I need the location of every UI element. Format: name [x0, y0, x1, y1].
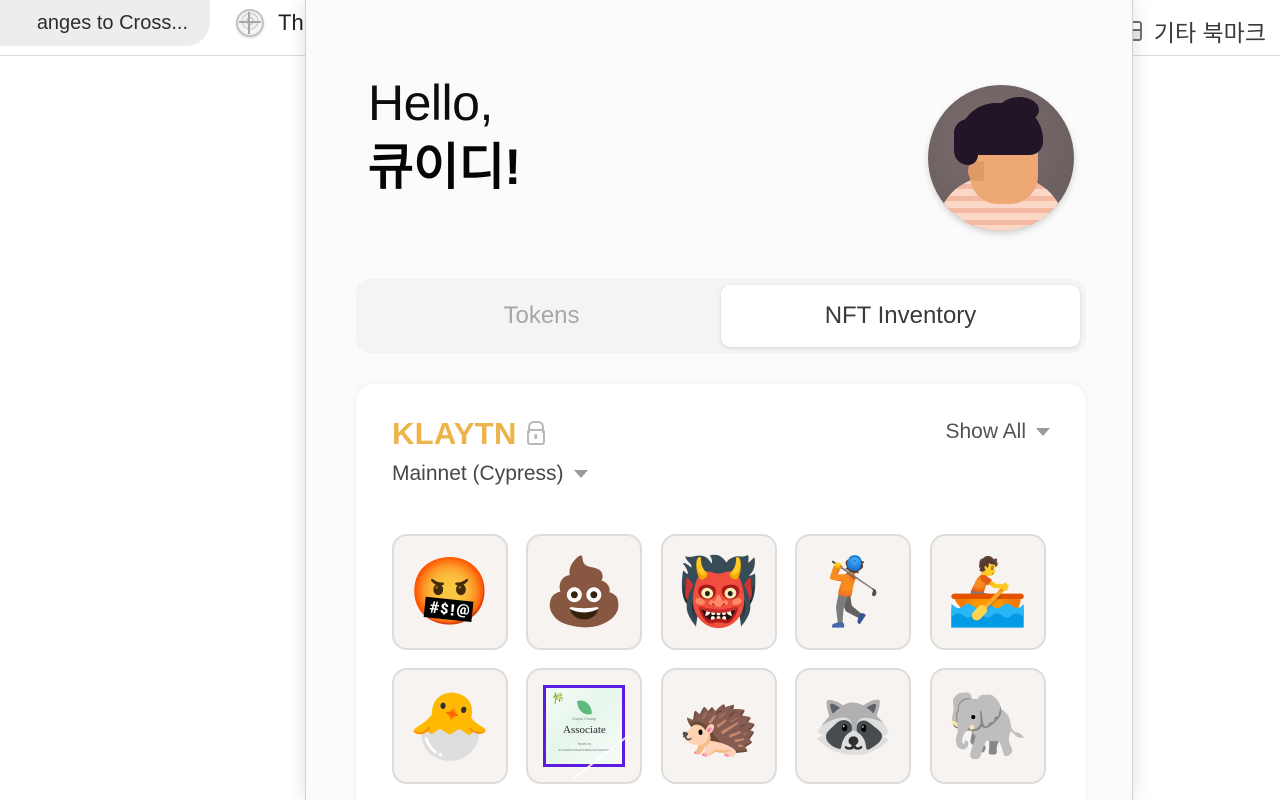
elephant-icon: 🐘 [946, 687, 1029, 764]
pile-of-poo-icon: 💩 [543, 553, 626, 630]
tab-tokens[interactable]: Tokens [362, 285, 721, 347]
nft-tile-pile-of-poo[interactable]: 💩 [526, 534, 643, 650]
nft-grid: 🤬 💩 👹 🏌 🚣 🐣 🎋 Klaytn Champ Associate Iss… [392, 534, 1050, 784]
chevron-down-icon [1036, 428, 1050, 436]
nft-tile-hatching-chick[interactable]: 🐣 [392, 668, 508, 784]
certificate-subtitle: Issued by [577, 742, 592, 746]
greeting-text: Hello, 큐이디! [368, 72, 521, 200]
show-all-filter[interactable]: Show All [945, 420, 1050, 444]
tab-nft-inventory[interactable]: NFT Inventory [721, 285, 1080, 347]
leaf-logo-icon [576, 699, 592, 716]
hedgehog-icon: 🦔 [677, 687, 760, 764]
greeting-section: Hello, 큐이디! [368, 72, 1074, 232]
card-header: KLAYTN Mainnet (Cypress) Show All [392, 416, 1050, 500]
chain-title: KLAYTN [392, 416, 517, 451]
certificate-title: Associate [563, 724, 606, 736]
network-selector[interactable]: Mainnet (Cypress) [392, 462, 1050, 486]
avatar-hair [954, 97, 1043, 165]
compass-favicon [236, 9, 264, 37]
show-all-label: Show All [945, 420, 1026, 443]
nft-tile-elephant[interactable]: 🐘 [929, 668, 1046, 784]
raccoon-icon: 🦝 [812, 687, 895, 764]
wallet-popup: Hello, 큐이디! Tokens NFT Inventory KLAYTN [305, 0, 1133, 800]
nft-tile-cursing-face[interactable]: 🤬 [392, 534, 508, 650]
certificate-org: Klaytn Champ [572, 717, 597, 721]
ogre-icon: 👹 [677, 553, 760, 630]
certificate-hash: 0x7a1a890c7f83d41f6c980bc0a27f1a8b7f4b0 [557, 749, 611, 752]
person-golfing-icon: 🏌 [812, 553, 895, 630]
inventory-tab-switch: Tokens NFT Inventory [356, 279, 1086, 353]
greeting-line-1: Hello, [368, 75, 493, 131]
nft-tile-ogre[interactable]: 👹 [660, 534, 777, 650]
nft-tile-hedgehog[interactable]: 🦔 [660, 668, 777, 784]
greeting-line-2: 큐이디! [368, 139, 521, 195]
nft-inventory-card: KLAYTN Mainnet (Cypress) Show All 🤬 💩 👹 … [356, 384, 1086, 800]
lock-icon [526, 429, 545, 445]
award-badge-icon: 🎋 [551, 693, 566, 705]
hatching-chick-icon: 🐣 [408, 687, 492, 764]
chevron-down-icon [573, 470, 588, 478]
browser-tab-previous-title: anges to Cross... [36, 11, 188, 34]
nft-tile-associate-certificate[interactable]: 🎋 Klaytn Champ Associate Issued by 0x7a1… [526, 668, 643, 784]
person-rowing-boat-icon: 🚣 [946, 553, 1029, 630]
bookmark-other-label: 기타 북마크 [1153, 20, 1266, 46]
user-avatar[interactable] [928, 85, 1074, 231]
certificate-image: 🎋 Klaytn Champ Associate Issued by 0x7a1… [543, 685, 626, 767]
nft-tile-person-rowing-boat[interactable]: 🚣 [929, 534, 1046, 650]
network-label: Mainnet (Cypress) [392, 462, 564, 485]
browser-tab-previous[interactable]: anges to Cross... [0, 0, 210, 46]
bookmark-other-folder[interactable]: 기타 북마크 [1112, 10, 1274, 52]
screen: anges to Cross... Th 기타 북마크 Hello, 큐이디! [0, 0, 1280, 800]
nft-tile-person-golfing[interactable]: 🏌 [795, 534, 912, 650]
cursing-face-icon: 🤬 [408, 553, 492, 630]
browser-tab-active-title: Th [278, 10, 304, 35]
nft-tile-raccoon[interactable]: 🦝 [795, 668, 912, 784]
